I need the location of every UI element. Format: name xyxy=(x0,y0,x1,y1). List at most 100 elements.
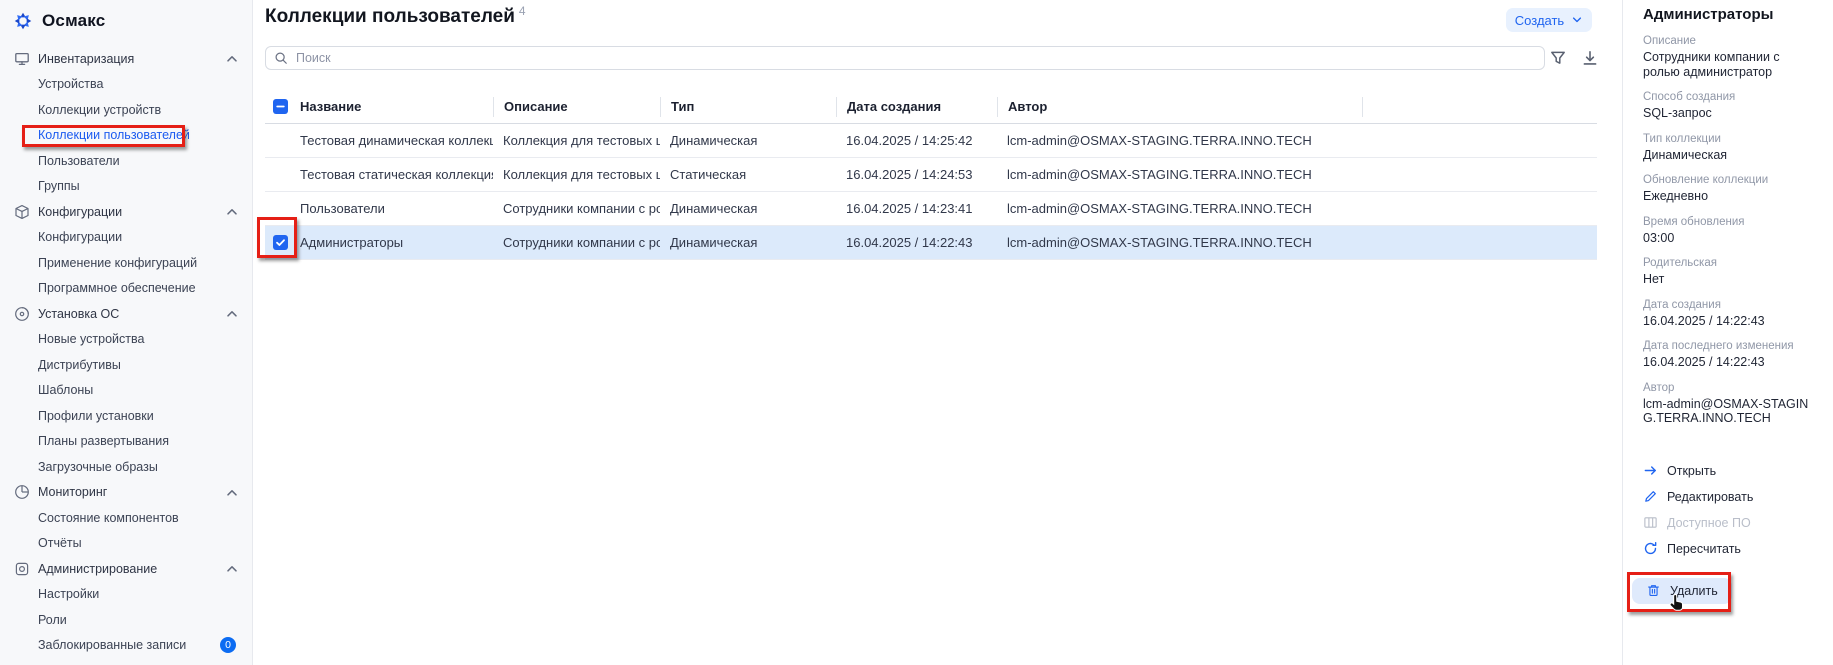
cell-created: 16.04.2025 / 14:25:42 xyxy=(836,133,997,148)
sidebar-item[interactable]: Загрузочные образы xyxy=(0,454,252,480)
table-row[interactable]: Тестовая динамическая коллекцияКоллекция… xyxy=(265,124,1597,158)
detail-field: Дата последнего изменения 16.04.2025 / 14… xyxy=(1643,339,1813,370)
sidebar-item-label: Программное обеспечение xyxy=(38,281,196,295)
chevron-up-icon xyxy=(224,204,240,220)
sidebar-item-label: Конфигурации xyxy=(38,230,122,244)
software-grid-icon xyxy=(1643,515,1658,530)
sidebar-item-label: Настройки xyxy=(38,587,99,601)
sidebar-section-header[interactable]: Администрирование xyxy=(0,556,252,582)
sidebar-item[interactable]: Группы xyxy=(0,174,252,200)
create-button[interactable]: Создать xyxy=(1506,8,1592,32)
cell-author: lcm-admin@OSMAX-STAGING.TERRA.INNO.TECH xyxy=(997,133,1362,148)
chevron-up-icon xyxy=(224,485,240,501)
sidebar-item[interactable]: Настройки xyxy=(0,582,252,608)
table-row[interactable]: АдминистраторыСотрудники компании с ро..… xyxy=(265,226,1597,260)
cell-author: lcm-admin@OSMAX-STAGING.TERRA.INNO.TECH xyxy=(997,167,1362,182)
main-content: Коллекции пользователей4 Создать Названи… xyxy=(253,0,1622,665)
detail-field: Способ созданияSQL-запрос xyxy=(1643,90,1813,121)
table-body: Тестовая динамическая коллекцияКоллекция… xyxy=(265,124,1597,260)
sidebar-item-label: Применение конфигураций xyxy=(38,256,197,270)
pie-chart-icon xyxy=(14,484,30,500)
page-title: Коллекции пользователей4 xyxy=(265,6,526,28)
sidebar-item[interactable]: Заблокированные записи0 xyxy=(0,633,252,659)
sidebar: Осмакс ИнвентаризацияУстройстваКоллекции… xyxy=(0,0,253,665)
sidebar-item-label: Устройства xyxy=(38,77,103,91)
action-item[interactable]: Редактировать xyxy=(1643,484,1813,510)
sidebar-item[interactable]: Отчёты xyxy=(0,531,252,557)
column-header-empty xyxy=(1362,97,1597,117)
sidebar-item-label: Состояние компонентов xyxy=(38,511,179,525)
row-checkbox-cell[interactable] xyxy=(265,235,290,251)
sidebar-section-header[interactable]: Инвентаризация xyxy=(0,46,252,72)
action-disabled: Доступное ПО xyxy=(1643,510,1813,536)
sidebar-item-label: Шаблоны xyxy=(38,383,93,397)
detail-field: Время обновления03:00 xyxy=(1643,215,1813,246)
detail-field-value: Ежедневно xyxy=(1643,189,1813,204)
sidebar-item[interactable]: Новые устройства xyxy=(0,327,252,353)
arrow-right-icon xyxy=(1643,463,1658,478)
detail-field: Дата создания16.04.2025 / 14:22:43 xyxy=(1643,298,1813,329)
sidebar-item-label: Загрузочные образы xyxy=(38,460,158,474)
cell-type: Статическая xyxy=(660,167,836,182)
detail-field-label: Описание xyxy=(1643,34,1813,48)
sidebar-item[interactable]: Коллекции устройств xyxy=(0,97,252,123)
sidebar-section-header[interactable]: Мониторинг xyxy=(0,480,252,506)
column-header[interactable]: Автор xyxy=(997,97,1362,117)
cell-description: Коллекция для тестовых ц... xyxy=(493,133,660,148)
sidebar-item[interactable]: Пользователи xyxy=(0,148,252,174)
sidebar-item[interactable]: Коллекции пользователей xyxy=(0,123,252,149)
delete-button[interactable]: Удалить xyxy=(1632,578,1732,604)
detail-field-label: Обновление коллекции xyxy=(1643,173,1813,187)
sidebar-item[interactable]: Устройства xyxy=(0,72,252,98)
detail-field: Авторlcm-admin@OSMAX-STAGING.TERRA.INNO.… xyxy=(1643,381,1813,426)
table-row[interactable]: ПользователиСотрудники компании с ро...Д… xyxy=(265,192,1597,226)
sidebar-item[interactable]: Планы развертывания xyxy=(0,429,252,455)
sidebar-menu: Инвентаризация Устройства Коллекции устрой… xyxy=(0,46,252,658)
sidebar-item[interactable]: Конфигурации xyxy=(0,225,252,251)
sidebar-item[interactable]: Дистрибутивы xyxy=(0,352,252,378)
sidebar-item[interactable]: Профили установки xyxy=(0,403,252,429)
detail-field-value: Нет xyxy=(1643,272,1813,287)
download-icon[interactable] xyxy=(1579,47,1601,69)
column-header[interactable]: Дата создания xyxy=(836,97,997,117)
refresh-icon xyxy=(1643,541,1658,556)
filter-funnel-icon[interactable] xyxy=(1547,47,1569,69)
app-window: Осмакс ИнвентаризацияУстройстваКоллекции… xyxy=(0,0,1833,665)
sidebar-item[interactable]: Роли xyxy=(0,607,252,633)
cell-description: Сотрудники компании с ро... xyxy=(493,201,660,216)
detail-field-label: Дата последнего изменения xyxy=(1643,339,1813,353)
search-input[interactable] xyxy=(265,46,1545,70)
detail-field-value: 16.04.2025 / 14:22:43 xyxy=(1643,355,1813,370)
cell-name: Тестовая динамическая коллекция xyxy=(290,133,493,148)
column-header[interactable]: Описание xyxy=(493,97,660,117)
sidebar-section-header[interactable]: Конфигурации xyxy=(0,199,252,225)
cell-name: Пользователи xyxy=(290,201,493,216)
disc-icon xyxy=(14,306,30,322)
column-header[interactable]: Название xyxy=(290,99,493,114)
action-item[interactable]: Открыть xyxy=(1643,458,1813,484)
action-label: Доступное ПО xyxy=(1667,516,1751,530)
header-checkbox-indeterminate[interactable] xyxy=(273,99,288,114)
cell-name: Тестовая статическая коллекция xyxy=(290,167,493,182)
detail-field-label: Тип коллекции xyxy=(1643,132,1813,146)
search-wrap xyxy=(265,46,1545,70)
column-header[interactable]: Тип xyxy=(660,97,836,117)
sidebar-item[interactable]: Состояние компонентов xyxy=(0,505,252,531)
package-icon xyxy=(14,204,30,220)
sidebar-item[interactable]: Программное обеспечение xyxy=(0,276,252,302)
sidebar-item-label: Коллекции устройств xyxy=(38,103,161,117)
table-row[interactable]: Тестовая статическая коллекцияКоллекция … xyxy=(265,158,1597,192)
action-item[interactable]: Пересчитать xyxy=(1643,536,1813,562)
cell-type: Динамическая xyxy=(660,235,836,250)
sidebar-section-label: Администрирование xyxy=(38,562,157,576)
detail-field-label: Дата создания xyxy=(1643,298,1813,312)
sidebar-item[interactable]: Применение конфигураций xyxy=(0,250,252,276)
create-button-label: Создать xyxy=(1515,13,1564,28)
search-icon xyxy=(274,51,288,65)
sidebar-item-label: Роли xyxy=(38,613,67,627)
count-badge: 0 xyxy=(220,637,236,653)
sidebar-section-header[interactable]: Установка ОС xyxy=(0,301,252,327)
detail-field-value: 03:00 xyxy=(1643,231,1813,246)
row-checkbox-checked[interactable] xyxy=(273,235,288,250)
sidebar-item[interactable]: Шаблоны xyxy=(0,378,252,404)
